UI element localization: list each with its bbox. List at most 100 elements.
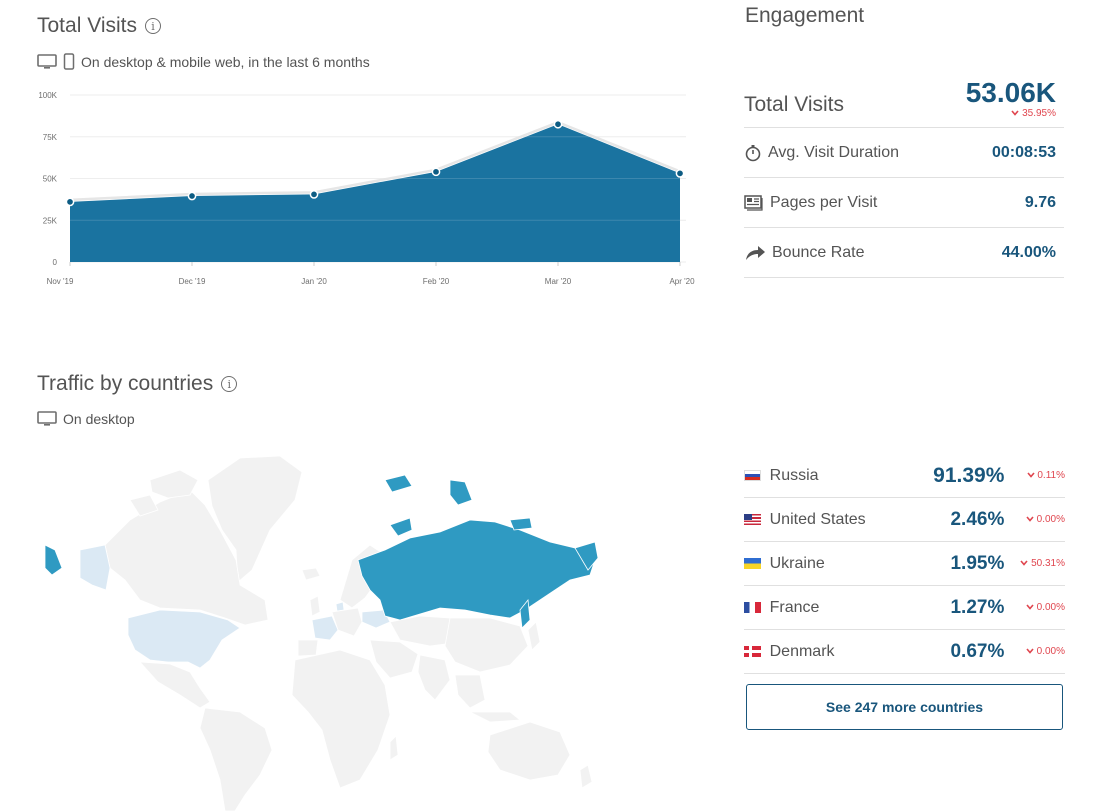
engagement-total-visits-delta-value: 35.95% (1022, 108, 1056, 119)
chart-area (70, 124, 680, 262)
country-name: Russia (769, 466, 819, 484)
engagement-metric-row: Avg. Visit Duration 00:08:53 (744, 128, 1064, 178)
country-row[interactable]: Russia 91.39% 0.11% (744, 454, 1065, 498)
chart-y-tick-label: 25K (43, 216, 58, 225)
country-delta-value: 50.31% (1031, 558, 1065, 569)
country-row[interactable]: Denmark 0.67% 0.00% (744, 630, 1065, 674)
engagement-metric-label: Pages per Visit (770, 193, 878, 211)
chart-data-point[interactable] (187, 191, 197, 201)
country-delta-value: 0.00% (1036, 602, 1065, 613)
map-country-denmark[interactable] (335, 601, 345, 612)
world-map (44, 455, 599, 811)
russia-flag-icon (744, 470, 761, 481)
chart-data-point[interactable] (675, 169, 685, 178)
chevron-down-icon (1026, 648, 1034, 654)
country-row[interactable]: United States 2.46% 0.00% (744, 498, 1065, 542)
engagement-total-visits-delta: 35.95% (966, 108, 1056, 119)
total-visits-title-text: Total Visits (37, 14, 137, 37)
total-visits-subtitle-text: On desktop & mobile web, in the last 6 m… (81, 53, 370, 70)
engagement-title: Engagement (745, 4, 865, 27)
engagement-total-visits-row: Total Visits 53.06K 35.95% (744, 70, 1064, 128)
country-name: Ukraine (769, 554, 825, 572)
country-delta-value: 0.00% (1036, 646, 1065, 657)
engagement-metric-value: 9.76 (1024, 193, 1056, 211)
pages-icon (744, 194, 763, 211)
engagement-metric-label: Bounce Rate (772, 243, 865, 261)
country-name: France (769, 598, 820, 616)
united-states-flag-icon (744, 514, 761, 525)
map-country-alaska[interactable] (79, 544, 111, 591)
country-row[interactable]: France 1.27% 0.00% (744, 586, 1065, 630)
total-visits-chart: 100K 75K 50K 25K 0 Nov '19 Dec '19 Jan '20 Feb '… (38, 91, 695, 286)
chart-data-point[interactable] (309, 190, 319, 199)
map-country-iceland[interactable] (301, 567, 321, 581)
chart-x-tick-label: Jan '20 (301, 277, 327, 286)
country-delta: 50.31% (1004, 558, 1065, 569)
map-country-uk[interactable] (309, 595, 321, 617)
country-row[interactable]: Ukraine 1.95% 50.31% (744, 542, 1065, 586)
ukraine-flag-icon (744, 558, 761, 569)
map-country-mexico[interactable] (139, 661, 211, 709)
engagement-metric-label-wrap: Avg. Visit Duration (744, 144, 899, 162)
chart-data-point[interactable] (553, 119, 563, 129)
map-country-japan[interactable] (527, 621, 541, 651)
chart-y-tick-label: 50K (43, 175, 58, 184)
desktop-icon (37, 53, 57, 69)
info-icon[interactable]: i (221, 376, 238, 392)
see-more-countries-button[interactable]: See 247 more countries (746, 684, 1063, 730)
france-flag-icon (744, 602, 761, 613)
total-visits-title: Total Visits i (37, 14, 161, 38)
engagement-total-visits-value-wrap: 53.06K 35.95% (966, 78, 1064, 120)
chevron-down-icon (1020, 560, 1028, 566)
map-country-russia[interactable] (357, 519, 596, 621)
desktop-icon (37, 411, 57, 426)
country-delta: 0.11% (1004, 470, 1065, 481)
engagement-metric-row: Pages per Visit 9.76 (744, 178, 1064, 228)
map-country-africa[interactable] (291, 649, 391, 789)
map-country-madagascar[interactable] (389, 735, 399, 761)
chart-data-point[interactable] (431, 167, 441, 177)
map-country-france[interactable] (311, 615, 339, 641)
map-country-russia-east-tip[interactable] (44, 544, 63, 576)
country-share: 1.95% (950, 552, 1005, 574)
engagement-metric-value: 00:08:53 (991, 143, 1056, 161)
total-visits-subtitle: On desktop & mobile web, in the last 6 m… (37, 53, 370, 70)
map-country-iberia[interactable] (297, 639, 319, 657)
map-country-australia[interactable] (487, 721, 571, 781)
country-share: 2.46% (950, 508, 1005, 530)
country-share: 0.67% (950, 640, 1005, 662)
chevron-down-icon (1026, 604, 1034, 610)
chart-x-tick-label: Apr '20 (669, 277, 695, 286)
country-delta: 0.00% (1004, 602, 1065, 613)
map-country-new-zealand[interactable] (579, 764, 593, 789)
chart-x-tick-label: Feb '20 (423, 277, 450, 286)
country-delta-value: 0.00% (1036, 514, 1065, 525)
country-name: Denmark (769, 642, 835, 660)
chart-data-point[interactable] (65, 197, 75, 207)
map-country-china[interactable] (444, 617, 529, 673)
denmark-flag-icon (744, 646, 761, 657)
map-country-united-states[interactable] (127, 609, 241, 669)
engagement-metric-value: 44.00% (1001, 243, 1056, 261)
country-delta: 0.00% (1004, 514, 1065, 525)
bounce-arrow-icon (746, 245, 765, 260)
map-country-south-america[interactable] (199, 707, 273, 811)
engagement-total-visits-label: Total Visits (744, 92, 844, 116)
map-country-india[interactable] (417, 654, 451, 701)
mobile-icon (63, 53, 75, 70)
chevron-down-icon (1026, 472, 1035, 478)
chevron-down-icon (1026, 516, 1034, 522)
map-country-indonesia[interactable] (469, 711, 522, 723)
traffic-by-countries-subtitle: On desktop (37, 411, 135, 427)
engagement-metric-label: Avg. Visit Duration (768, 143, 900, 161)
chart-y-tick-label: 0 (53, 258, 58, 267)
engagement-metric-label-wrap: Bounce Rate (744, 244, 865, 262)
engagement-metric-row: Bounce Rate 44.00% (744, 228, 1064, 278)
map-country-se-asia[interactable] (454, 674, 486, 709)
country-name: United States (769, 510, 866, 528)
chevron-down-icon (1011, 110, 1019, 116)
traffic-by-countries-subtitle-text: On desktop (63, 411, 135, 427)
chart-y-tick-label: 75K (43, 133, 58, 142)
country-share: 91.39% (933, 463, 1005, 487)
info-icon[interactable]: i (145, 18, 161, 34)
